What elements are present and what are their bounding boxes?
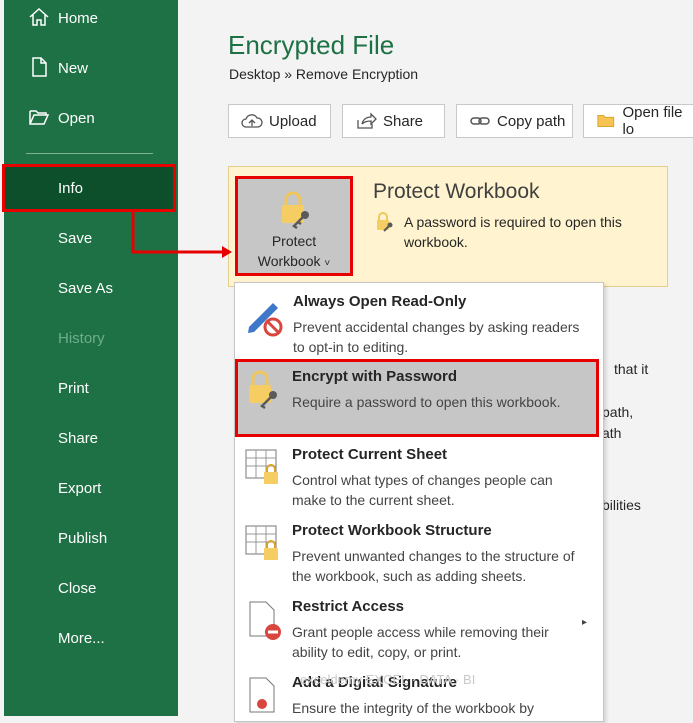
nav-save[interactable]: Save xyxy=(4,215,178,261)
nav-save-as[interactable]: Save As xyxy=(4,265,178,311)
menu-item-desc: Grant people access while removing their… xyxy=(292,624,549,660)
nav-info-label: Info xyxy=(58,179,84,197)
home-icon xyxy=(28,6,52,30)
page-title: Encrypted File xyxy=(228,30,395,60)
bg-text-3: ath xyxy=(602,425,622,441)
nav-home-label: Home xyxy=(58,9,99,27)
bg-text-2: path, xyxy=(602,404,634,420)
nav-export[interactable]: Export xyxy=(4,465,178,511)
small-lock-icon xyxy=(374,211,396,238)
upload-label: Upload xyxy=(269,112,317,130)
nav-close[interactable]: Close xyxy=(4,565,178,611)
protect-button-label: Protect Workbook ˅ xyxy=(238,231,350,274)
nav-new-label: New xyxy=(58,59,89,77)
new-file-icon xyxy=(28,56,52,80)
nav-open[interactable]: Open xyxy=(4,95,178,141)
menu-item-title: Always Open Read-Only xyxy=(293,293,467,310)
nav-open-label: Open xyxy=(58,109,95,127)
breadcrumb: Desktop » Remove Encryption xyxy=(229,66,419,82)
nav-new[interactable]: New xyxy=(4,45,178,91)
nav-more[interactable]: More... xyxy=(4,615,178,661)
watermark: exceldemy EXCEL · DATA · BI xyxy=(300,672,476,687)
lock-key-icon xyxy=(276,189,316,234)
nav-info[interactable]: Info xyxy=(4,165,178,211)
bg-text-1: that it xyxy=(614,361,649,377)
nav-home[interactable]: Home xyxy=(4,0,178,41)
menu-item-desc: Ensure the integrity of the workbook by xyxy=(292,700,535,716)
cloud-upload-icon xyxy=(241,114,263,128)
lock-key-icon xyxy=(243,367,287,416)
protect-heading: Protect Workbook xyxy=(373,180,540,203)
menu-item-desc: Prevent unwanted changes to the structur… xyxy=(292,548,575,584)
menu-always-open-read-only[interactable]: Always Open Read-Only Prevent accidental… xyxy=(235,285,603,357)
open-file-location-button[interactable]: Open file lo xyxy=(583,104,693,138)
menu-item-title: Protect Current Sheet xyxy=(292,446,448,463)
nav-share[interactable]: Share xyxy=(4,415,178,461)
nav-print-label: Print xyxy=(58,379,89,397)
chevron-down-icon: ˅ xyxy=(324,258,331,269)
signature-icon xyxy=(242,674,282,718)
nav-publish-label: Publish xyxy=(58,529,108,547)
copy-path-label: Copy path xyxy=(497,112,566,130)
nav-publish[interactable]: Publish xyxy=(4,515,178,561)
menu-protect-workbook-structure[interactable]: Protect Workbook Structure Prevent unwan… xyxy=(234,514,602,586)
pencil-no-icon xyxy=(243,293,283,337)
nav-export-label: Export xyxy=(58,479,102,497)
menu-item-title: Encrypt with Password xyxy=(292,368,458,385)
upload-button[interactable]: Upload xyxy=(228,104,331,138)
nav-share-label: Share xyxy=(58,429,99,447)
sheet-lock-icon xyxy=(242,446,282,490)
workbook-lock-icon xyxy=(242,522,282,566)
protect-button-line1: Protect xyxy=(271,233,317,249)
open-file-location-label: Open file lo xyxy=(622,104,683,138)
menu-restrict-access[interactable]: Restrict Access Grant people access whil… xyxy=(234,590,602,662)
submenu-arrow-icon: ▸ xyxy=(582,617,588,628)
share-button[interactable]: Share xyxy=(342,104,445,138)
protect-button-line2: Workbook xyxy=(257,253,321,269)
nav-save-as-label: Save As xyxy=(58,279,114,297)
nav-more-label: More... xyxy=(58,629,105,647)
menu-item-title: Protect Workbook Structure xyxy=(292,522,492,539)
menu-item-desc: Prevent accidental changes by asking rea… xyxy=(293,319,580,355)
share-icon xyxy=(357,112,377,129)
menu-item-desc: Control what types of changes people can… xyxy=(292,472,553,508)
menu-protect-current-sheet[interactable]: Protect Current Sheet Control what types… xyxy=(234,438,602,510)
protect-workbook-button[interactable]: Protect Workbook ˅ xyxy=(235,176,353,276)
nav-save-label: Save xyxy=(58,229,93,247)
share-label: Share xyxy=(383,112,424,130)
protect-description: A password is required to open this work… xyxy=(404,214,622,250)
nav-history: History xyxy=(4,315,178,361)
nav-print[interactable]: Print xyxy=(4,365,178,411)
nav-divider xyxy=(26,153,153,154)
menu-item-desc: Require a password to open this workbook… xyxy=(292,394,561,410)
link-icon xyxy=(470,117,490,125)
folder-icon xyxy=(597,114,615,128)
copy-path-button[interactable]: Copy path xyxy=(456,104,573,138)
nav-close-label: Close xyxy=(58,579,97,597)
nav-history-label: History xyxy=(58,329,105,347)
folder-icon xyxy=(28,106,52,130)
menu-item-title: Restrict Access xyxy=(292,598,405,615)
bg-text-4: bilities xyxy=(602,497,641,513)
menu-encrypt-with-password[interactable]: Encrypt with Password Require a password… xyxy=(235,359,599,437)
backstage-sidebar: Home New Open Info Save Save As History … xyxy=(0,0,178,716)
restrict-access-icon xyxy=(242,598,282,642)
